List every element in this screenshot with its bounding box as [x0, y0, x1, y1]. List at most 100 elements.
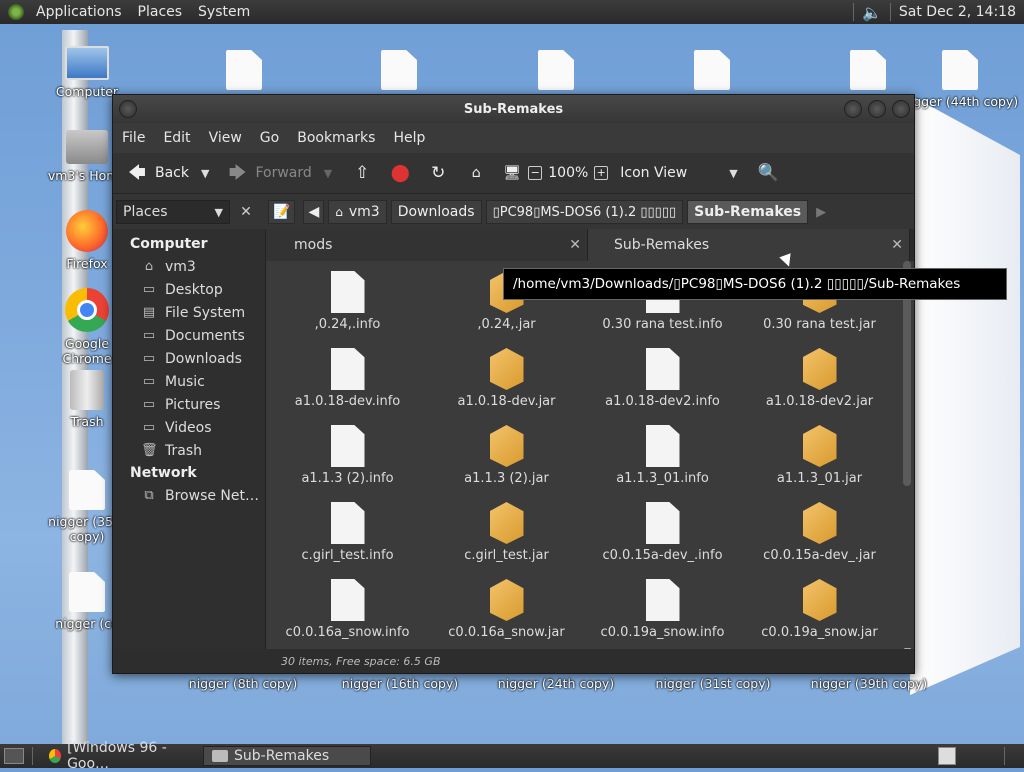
back-button[interactable]: 🡄 Back	[121, 164, 195, 182]
file-item[interactable]: a1.1.3 (2).jar	[428, 425, 585, 486]
task-chrome[interactable]: [Windows 96 - Goo…	[41, 740, 201, 772]
task-sub-remakes[interactable]: Sub-Remakes	[203, 746, 371, 766]
path-scroll-left-icon[interactable]: ◀	[303, 200, 325, 224]
sidebar-item-downloads[interactable]: ▭ Downloads	[113, 347, 265, 370]
file-item[interactable]: c0.0.19a_snow.jar	[741, 579, 898, 640]
menu-bookmarks[interactable]: Bookmarks	[288, 130, 384, 146]
crumb-pc98-folder[interactable]: ▯PC98▯MS-DOS6 (1).2 ▯▯▯▯▯	[485, 200, 684, 224]
edit-location-icon[interactable]: 📝	[268, 200, 296, 224]
tab-mods[interactable]: mods ✕	[266, 229, 588, 261]
file-name: c0.0.19a_snow.jar	[761, 625, 878, 640]
file-item[interactable]: a1.0.18-dev2.info	[584, 348, 741, 409]
file-icon	[538, 50, 574, 90]
sidebar-item-documents[interactable]: ▭ Documents	[113, 324, 265, 347]
places-menu[interactable]: Places	[130, 4, 191, 20]
file-item[interactable]: a1.0.18-dev.info	[269, 348, 426, 409]
sidebar-item-browse-network[interactable]: ⧉ Browse Net…	[113, 484, 265, 507]
crumb-vm3[interactable]: ⌂ vm3	[328, 200, 387, 224]
file-icon	[226, 50, 262, 90]
file-item[interactable]: a1.1.3_01.info	[584, 425, 741, 486]
file-item[interactable]: c.girl_test.jar	[428, 502, 585, 563]
close-button[interactable]	[892, 100, 910, 118]
home-icon[interactable]: ⌂	[466, 164, 486, 182]
tab-sub-remakes[interactable]: Sub-Remakes ✕	[588, 229, 910, 261]
desktop-file[interactable]: nigger (31st copy)	[653, 676, 773, 691]
forward-history-dropdown[interactable]: ▼	[324, 167, 332, 180]
search-icon[interactable]: 🔍	[758, 164, 779, 182]
distro-logo-icon[interactable]	[8, 4, 24, 20]
file-item[interactable]: c.girl_test.info	[269, 502, 426, 563]
file-item[interactable]: c0.0.16a_snow.info	[269, 579, 426, 640]
forward-button[interactable]: 🡆 Forward	[221, 164, 317, 182]
vertical-scrollbar[interactable]: ▼	[903, 261, 911, 649]
maximize-button[interactable]	[868, 100, 886, 118]
window-menu-button[interactable]	[119, 100, 137, 118]
menu-help[interactable]: Help	[384, 130, 434, 146]
file-item[interactable]: a1.0.18-dev.jar	[428, 348, 585, 409]
clock[interactable]: Sat Dec 2, 14:18	[899, 4, 1016, 20]
workspace-switcher[interactable]	[938, 747, 956, 765]
crumb-sub-remakes[interactable]: Sub-Remakes	[687, 200, 809, 224]
desktop-file[interactable]	[667, 50, 757, 90]
applications-menu[interactable]: Applications	[28, 4, 130, 20]
close-tab-icon[interactable]: ✕	[891, 237, 903, 253]
file-name: a1.1.3 (2).info	[301, 471, 394, 486]
window-titlebar[interactable]: Sub-Remakes	[113, 95, 914, 123]
desktop-file[interactable]: nigger (24th copy)	[496, 676, 616, 691]
top-panel: Applications Places System 🔈 Sat Dec 2, …	[0, 0, 1024, 24]
volume-icon[interactable]: 🔈	[862, 3, 882, 22]
desktop-file[interactable]: nigger (44th copy)	[900, 50, 1020, 109]
desktop-file[interactable]	[511, 50, 601, 90]
sidebar-header-network: Network	[130, 465, 197, 481]
stop-icon[interactable]: ⬤	[390, 164, 410, 182]
close-sidebar-icon[interactable]: ✕	[236, 204, 256, 220]
zoom-out-icon[interactable]: −	[528, 166, 543, 180]
desktop-file[interactable]: nigger (16th copy)	[340, 676, 460, 691]
desktop-icon-computer[interactable]: Computer	[42, 46, 132, 99]
desktop-file[interactable]: nigger (8th copy)	[183, 676, 303, 691]
sidebar-item-trash[interactable]: 🗑 Trash	[113, 439, 265, 462]
desktop-icon-label: Google Chrome	[62, 336, 112, 366]
file-item[interactable]: a1.1.3 (2).info	[269, 425, 426, 486]
minimize-button[interactable]	[844, 100, 862, 118]
up-icon[interactable]: ⇧	[352, 164, 372, 182]
view-mode-select[interactable]: Icon View ▼	[614, 165, 743, 181]
desktop-file[interactable]	[354, 50, 444, 90]
menu-edit[interactable]: Edit	[154, 130, 199, 146]
file-item[interactable]: c0.0.16a_snow.jar	[428, 579, 585, 640]
sidebar-item-label: Music	[165, 373, 205, 390]
system-menu[interactable]: System	[190, 4, 258, 20]
file-icon	[850, 50, 886, 90]
close-tab-icon[interactable]: ✕	[569, 237, 581, 253]
file-item[interactable]: a1.1.3_01.jar	[741, 425, 898, 486]
file-item[interactable]: a1.0.18-dev2.jar	[741, 348, 898, 409]
menu-view[interactable]: View	[200, 130, 251, 146]
menu-file[interactable]: File	[113, 130, 154, 146]
path-scroll-right-icon[interactable]: ▶	[816, 205, 826, 220]
file-item[interactable]: c0.0.19a_snow.info	[584, 579, 741, 640]
sidebar-item-label: vm3	[165, 258, 196, 275]
sidebar-item-videos[interactable]: ▭ Videos	[113, 416, 265, 439]
reload-icon[interactable]: ↻	[428, 164, 448, 182]
desktop-file[interactable]: nigger (39th copy)	[809, 676, 929, 691]
menu-go[interactable]: Go	[251, 130, 288, 146]
folder-icon: ▭	[142, 396, 156, 412]
file-item[interactable]: c0.0.15a-dev_.jar	[741, 502, 898, 563]
sidebar-mode-select[interactable]: Places ▼	[116, 200, 230, 224]
computer-icon[interactable]: 🖥	[502, 164, 522, 182]
file-item[interactable]: c0.0.15a-dev_.info	[584, 502, 741, 563]
crumb-downloads[interactable]: Downloads	[390, 200, 482, 224]
file-name: a1.1.3 (2).jar	[464, 471, 549, 486]
sidebar-item-pictures[interactable]: ▭ Pictures	[113, 393, 265, 416]
show-desktop-icon[interactable]	[4, 748, 24, 764]
desktop-file[interactable]	[199, 50, 289, 90]
zoom-in-icon[interactable]: +	[594, 166, 609, 180]
file-item[interactable]: ,0.24,.info	[269, 271, 426, 332]
sidebar-item-vm3[interactable]: ⌂ vm3	[113, 255, 265, 278]
file-name: a1.0.18-dev2.jar	[765, 394, 874, 409]
back-history-dropdown[interactable]: ▼	[201, 167, 209, 180]
back-label: Back	[155, 165, 189, 181]
sidebar-item-file-system[interactable]: ▤ File System	[113, 301, 265, 324]
sidebar-item-music[interactable]: ▭ Music	[113, 370, 265, 393]
sidebar-item-desktop[interactable]: ▭ Desktop	[113, 278, 265, 301]
